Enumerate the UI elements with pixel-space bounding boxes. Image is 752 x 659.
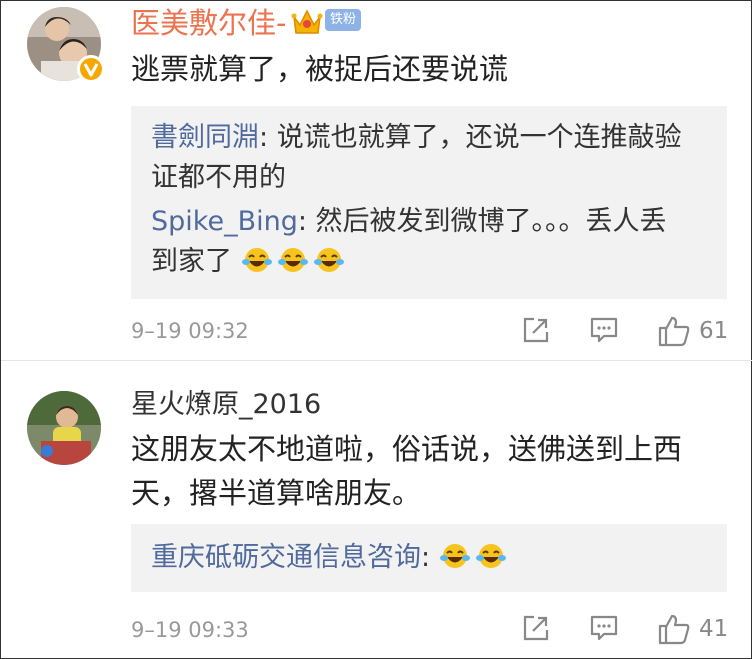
fan-badge: 铁粉 xyxy=(325,9,361,31)
reply-separator: : xyxy=(421,542,439,573)
reply-separator: : xyxy=(259,122,277,153)
reply-separator: : xyxy=(297,206,316,237)
username[interactable]: 星火燎原_2016 xyxy=(131,387,321,423)
reply-box[interactable]: 重庆砥砺交通信息咨询: xyxy=(131,524,727,592)
reply-username[interactable]: 書劍同淵 xyxy=(151,122,259,153)
reply-text: 到家了 xyxy=(151,246,232,277)
comment-text: 逃票就算了，被捉后还要说谎 xyxy=(131,52,509,86)
comment-button[interactable] xyxy=(589,315,619,345)
reply-username[interactable]: Spike_Bing xyxy=(151,206,298,237)
timestamp: 9–19 09:33 xyxy=(131,618,249,642)
comment-text: 这朋友太不地道啦，俗话说，送佛送到上西 天，撂半道算啥朋友。 xyxy=(131,427,682,515)
reply-item: 書劍同淵: 说谎也就算了，还说一个连推敲验 证都不用的 xyxy=(151,118,682,198)
comment-button[interactable] xyxy=(589,613,619,643)
screenshot-frame: 医美敷尔佳- 铁粉 逃票就算了，被捉后还要说谎 書劍同淵: 说谎也就算了，还说一… xyxy=(0,0,752,659)
reply-text: 说谎也就算了，还说一个连推敲验 xyxy=(276,122,682,153)
share-button[interactable] xyxy=(521,613,551,643)
like-count: 61 xyxy=(699,318,729,344)
comment-text-line: 天，撂半道算啥朋友。 xyxy=(131,476,422,510)
verified-badge-icon xyxy=(77,55,105,83)
comment-item: 星火燎原_2016 这朋友太不地道啦，俗话说，送佛送到上西 天，撂半道算啥朋友。… xyxy=(1,361,752,659)
laugh-cry-emoji-icon xyxy=(313,248,344,272)
reply-username[interactable]: 重庆砥砺交通信息咨询 xyxy=(151,542,421,573)
like-count: 41 xyxy=(699,616,729,642)
timestamp: 9–19 09:32 xyxy=(131,319,249,343)
reply-text: 然后被发到微博了。。。丢人丢 xyxy=(315,206,667,237)
reply-item: Spike_Bing: 然后被发到微博了。。。丢人丢 到家了 xyxy=(151,202,667,282)
share-icon xyxy=(523,615,549,641)
share-icon xyxy=(523,317,549,343)
like-button[interactable]: 41 xyxy=(657,613,728,645)
comment-icon xyxy=(590,615,618,641)
thumbs-up-icon xyxy=(658,316,690,347)
laugh-cry-emoji-icon xyxy=(241,248,272,272)
reply-item: 重庆砥砺交通信息咨询: xyxy=(151,538,511,578)
comment-text-line: 这朋友太不地道啦，俗话说，送佛送到上西 xyxy=(131,432,683,466)
laugh-cry-emoji-icon xyxy=(439,544,470,568)
crown-icon xyxy=(291,7,323,37)
comment-icon xyxy=(590,317,618,343)
thumbs-up-icon xyxy=(658,614,690,645)
reply-text: 证都不用的 xyxy=(151,162,286,193)
username[interactable]: 医美敷尔佳- xyxy=(131,5,286,41)
comment-item: 医美敷尔佳- 铁粉 逃票就算了，被捉后还要说谎 書劍同淵: 说谎也就算了，还说一… xyxy=(1,1,752,361)
laugh-cry-emoji-icon xyxy=(277,248,308,272)
share-button[interactable] xyxy=(521,315,551,345)
laugh-cry-emoji-icon xyxy=(475,544,506,568)
avatar[interactable] xyxy=(27,391,101,465)
reply-box[interactable]: 書劍同淵: 说谎也就算了，还说一个连推敲验 证都不用的 Spike_Bing: … xyxy=(131,106,727,299)
like-button[interactable]: 61 xyxy=(657,315,728,347)
